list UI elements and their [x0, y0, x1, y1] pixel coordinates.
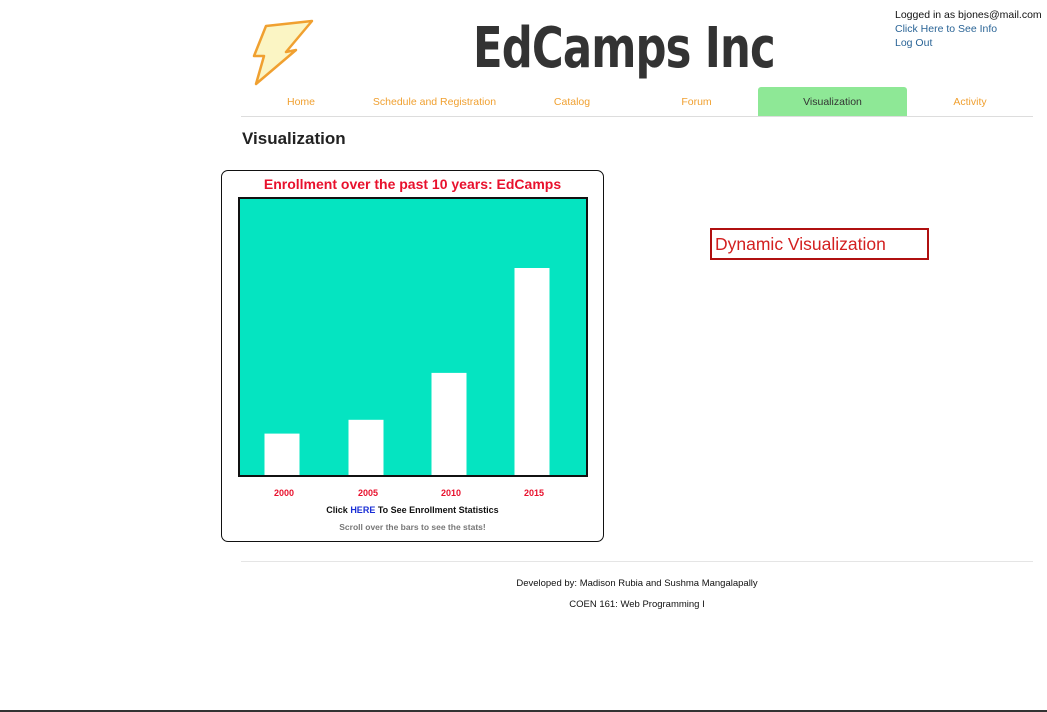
click-suffix: To See Enrollment Statistics: [375, 505, 499, 515]
click-prefix: Click: [326, 505, 351, 515]
x-tick-label-2015: 2015: [523, 488, 545, 498]
hover-hint: Scroll over the bars to see the stats!: [339, 522, 486, 532]
site-title: EdCamps Inc: [473, 16, 776, 81]
page-title: Visualization: [242, 129, 346, 148]
chart-plot-area: [238, 197, 588, 477]
x-axis-labels: 2000 2005 2010 2015: [240, 488, 588, 502]
main-nav: Home Schedule and Registration Catalog F…: [241, 87, 1033, 117]
footer-course: COEN 161: Web Programming I: [569, 599, 705, 610]
tab-forum[interactable]: Forum: [636, 87, 757, 116]
logged-in-text: Logged in as bjones@mail.com: [895, 9, 1042, 21]
enrollment-stats-line: Click HERE To See Enrollment Statistics: [222, 505, 603, 515]
bar-2005[interactable]: [348, 419, 384, 475]
logout-link[interactable]: Log Out: [895, 36, 1042, 50]
x-tick-label-2000: 2000: [273, 488, 295, 498]
chart-title: Enrollment over the past 10 years: EdCam…: [263, 176, 562, 192]
x-tick-label-2010: 2010: [440, 488, 462, 498]
tab-catalog[interactable]: Catalog: [508, 87, 636, 116]
tab-home[interactable]: Home: [241, 87, 361, 116]
x-tick-label-2005: 2005: [357, 488, 379, 498]
here-link[interactable]: HERE: [350, 505, 375, 515]
dynamic-visualization-button[interactable]: Dynamic Visualization: [710, 228, 929, 260]
tab-schedule-and-registration[interactable]: Schedule and Registration: [361, 87, 508, 116]
bar-2015[interactable]: [514, 268, 550, 475]
footer-developers: Developed by: Madison Rubia and Sushma M…: [516, 578, 758, 589]
enrollment-chart-card: Enrollment over the past 10 years: EdCam…: [221, 170, 604, 542]
tab-activity[interactable]: Activity: [907, 87, 1033, 116]
tab-visualization[interactable]: Visualization: [758, 87, 907, 116]
bar-2010[interactable]: [431, 372, 467, 475]
lightning-bolt-icon: [250, 18, 316, 88]
see-info-link[interactable]: Click Here to See Info: [895, 22, 1042, 36]
bar-chart-svg: [264, 268, 550, 475]
footer-divider: [241, 561, 1033, 562]
bar-2000[interactable]: [264, 433, 300, 475]
account-panel: Logged in as bjones@mail.com Click Here …: [895, 8, 1042, 50]
